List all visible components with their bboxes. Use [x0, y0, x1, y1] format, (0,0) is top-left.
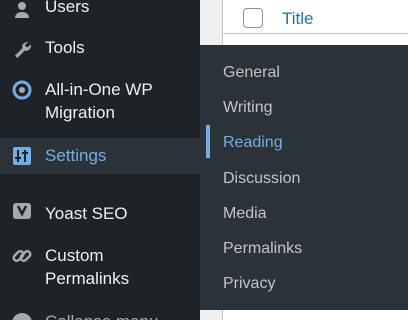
menu-item-tools[interactable]: Tools — [0, 34, 200, 64]
menu-item-users[interactable]: Users — [0, 0, 200, 22]
select-all-checkbox[interactable] — [243, 8, 263, 28]
submenu-item-writing[interactable]: Writing — [223, 99, 273, 117]
users-icon — [10, 0, 34, 22]
migration-icon — [10, 78, 34, 102]
flyout-pointer — [190, 148, 200, 166]
collapse-menu-label: Collapse menu — [45, 312, 158, 320]
submenu-item-privacy[interactable]: Privacy — [223, 275, 275, 293]
menu-label-yoast-seo: Yoast SEO — [45, 204, 128, 223]
menu-label-custom-permalinks-line2: Permalinks — [45, 269, 130, 288]
settings-flyout-submenu: General Writing Reading Discussion Media… — [200, 45, 408, 310]
menu-label-settings: Settings — [45, 146, 107, 165]
yoast-icon — [10, 199, 34, 223]
submenu-item-media[interactable]: Media — [223, 205, 267, 223]
wrench-icon — [10, 37, 34, 61]
submenu-item-discussion[interactable]: Discussion — [223, 170, 300, 188]
menu-label-users: Users — [45, 0, 90, 16]
menu-label-custom-permalinks-line1: Custom — [45, 246, 104, 265]
table-header-row: Title — [223, 0, 408, 34]
column-title-link[interactable]: Title — [282, 9, 314, 29]
admin-sidebar: Users Tools All-in-One WP Migration Sett… — [0, 0, 200, 320]
menu-label-migration-line1: All-in-One WP — [45, 80, 153, 99]
sliders-icon — [10, 144, 34, 168]
submenu-item-reading[interactable]: Reading — [223, 134, 283, 152]
link-icon — [10, 244, 34, 268]
menu-item-all-in-one-wp-migration[interactable]: All-in-One WP Migration — [0, 74, 200, 128]
menu-item-settings[interactable]: Settings — [0, 138, 200, 174]
menu-label-migration-line2: Migration — [45, 103, 115, 122]
menu-label-tools: Tools — [45, 38, 85, 57]
menu-item-custom-permalinks[interactable]: Custom Permalinks — [0, 240, 200, 290]
submenu-item-permalinks[interactable]: Permalinks — [223, 240, 302, 258]
menu-item-yoast-seo[interactable]: Yoast SEO — [0, 196, 200, 226]
collapse-icon — [12, 313, 32, 320]
collapse-menu-button[interactable]: Collapse menu — [0, 304, 200, 320]
submenu-item-general[interactable]: General — [223, 64, 280, 82]
current-item-marker — [206, 125, 210, 158]
